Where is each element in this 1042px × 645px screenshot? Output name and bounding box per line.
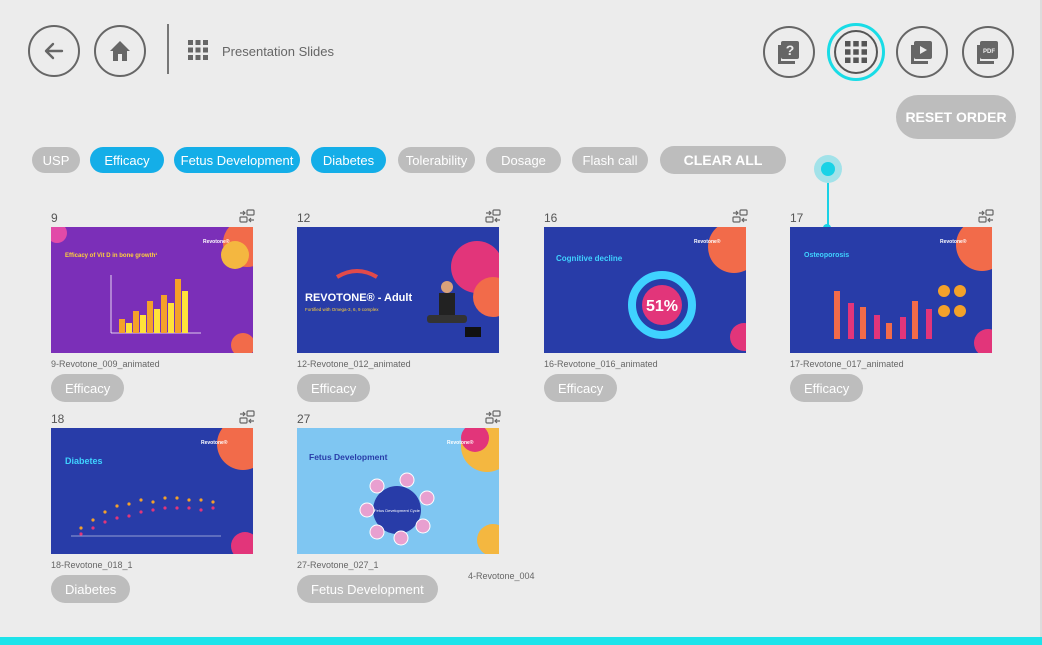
pdf-button[interactable]: PDF bbox=[962, 26, 1014, 78]
slide-brand: Revotone® bbox=[203, 238, 230, 245]
filter-chip-diabetes[interactable]: Diabetes bbox=[311, 147, 386, 173]
help-button[interactable]: ? bbox=[763, 26, 815, 78]
slide-brand: Revotone® bbox=[940, 238, 967, 245]
dragged-slide-label: 4-Revotone_004 bbox=[468, 571, 535, 581]
header-divider bbox=[167, 24, 169, 74]
home-icon bbox=[110, 41, 130, 61]
swap-icon[interactable] bbox=[239, 410, 255, 424]
slide-thumbnail[interactable]: REVOTONE® - Adult Fortified with Omega-3… bbox=[297, 227, 499, 353]
slide-number: 9 bbox=[51, 211, 58, 225]
slide-thumbnail[interactable]: Diabetes Revotone® bbox=[51, 428, 253, 554]
slide-number: 16 bbox=[544, 211, 558, 225]
pdf-icon: PDF bbox=[977, 41, 998, 64]
drag-guide-line bbox=[827, 183, 829, 229]
slide-brand: Revotone® bbox=[201, 439, 228, 446]
swap-icon[interactable] bbox=[239, 209, 255, 223]
swap-icon[interactable] bbox=[485, 410, 501, 424]
slide-thumbnail[interactable]: Fetus Development Revotone® Fetus Develo… bbox=[297, 428, 499, 554]
filter-chip-usp[interactable]: USP bbox=[32, 147, 80, 173]
swap-icon[interactable] bbox=[485, 209, 501, 223]
slide-subtitle: Fortified with Omega-3, 6, 9 complex bbox=[305, 307, 379, 312]
slide-tag: Diabetes bbox=[51, 575, 131, 603]
play-icon bbox=[911, 41, 932, 64]
slide-headline: Efficacy of Vit D in bone growth¹ bbox=[65, 252, 157, 259]
swap-icon[interactable] bbox=[732, 209, 748, 223]
page-title: Presentation Slides bbox=[222, 44, 335, 59]
slide-filename: 18-Revotone_018_1 bbox=[51, 560, 133, 570]
slide-number: 18 bbox=[51, 412, 65, 426]
slide-tag: Fetus Development bbox=[297, 575, 438, 603]
slide-number: 17 bbox=[790, 211, 804, 225]
slide-tag: Efficacy bbox=[51, 374, 125, 402]
slide-filename: 9-Revotone_009_animated bbox=[51, 359, 160, 369]
slide-tag: Efficacy bbox=[297, 374, 371, 402]
clear-all-button[interactable]: CLEAR ALL bbox=[660, 146, 786, 174]
slide-headline: Osteoporosis bbox=[804, 252, 849, 259]
slide-filename: 27-Revotone_027_1 bbox=[297, 560, 379, 570]
slide-tag: Efficacy bbox=[544, 374, 618, 402]
presentation-app: Presentation Slides ? PDF RESET ORDER US… bbox=[0, 0, 1042, 645]
grid-view-button[interactable] bbox=[827, 23, 885, 81]
slide-filename: 12-Revotone_012_animated bbox=[297, 359, 411, 369]
slide-brand: Revotone® bbox=[694, 238, 721, 245]
slide-stat: 51% bbox=[646, 298, 678, 315]
play-button[interactable] bbox=[896, 26, 948, 78]
svg-text:?: ? bbox=[786, 42, 795, 58]
slide-headline: Fetus Development bbox=[309, 452, 388, 462]
slide-number: 12 bbox=[297, 211, 311, 225]
filter-chip-flash-call[interactable]: Flash call bbox=[572, 147, 648, 173]
reset-order-button[interactable]: RESET ORDER bbox=[896, 95, 1016, 139]
filter-chip-efficacy[interactable]: Efficacy bbox=[90, 147, 164, 173]
bottom-accent-bar bbox=[0, 637, 1042, 645]
slide-filename: 17-Revotone_017_animated bbox=[790, 359, 904, 369]
slide-tag: Efficacy bbox=[790, 374, 864, 402]
swap-icon[interactable] bbox=[978, 209, 994, 223]
slide-brand: Revotone® bbox=[447, 439, 474, 446]
slide-filename: 16-Revotone_016_animated bbox=[544, 359, 658, 369]
slide-headline: Diabetes bbox=[65, 456, 103, 466]
filter-chip-dosage[interactable]: Dosage bbox=[486, 147, 561, 173]
slide-thumbnail[interactable]: Osteoporosis Revotone® bbox=[790, 227, 992, 353]
help-icon: ? bbox=[778, 41, 799, 64]
slide-center-label: Fetus Development Cycle bbox=[374, 508, 421, 513]
back-button[interactable] bbox=[28, 25, 80, 77]
svg-text:PDF: PDF bbox=[983, 49, 995, 55]
drag-handle[interactable] bbox=[814, 155, 842, 183]
arrow-left-icon bbox=[44, 42, 64, 60]
slide-number: 27 bbox=[297, 412, 311, 426]
grid-icon bbox=[188, 40, 208, 60]
slide-thumbnail[interactable]: Cognitive decline Revotone® 51% bbox=[544, 227, 746, 353]
slide-headline: REVOTONE® - Adult bbox=[305, 292, 412, 304]
home-button[interactable] bbox=[94, 25, 146, 77]
slide-thumbnail[interactable]: Efficacy of Vit D in bone growth¹ Revoto… bbox=[51, 227, 253, 353]
filter-chip-tolerability[interactable]: Tolerability bbox=[398, 147, 475, 173]
filter-chip-fetus-development[interactable]: Fetus Development bbox=[174, 147, 300, 173]
slide-headline: Cognitive decline bbox=[556, 254, 623, 263]
grid-icon bbox=[845, 41, 867, 63]
